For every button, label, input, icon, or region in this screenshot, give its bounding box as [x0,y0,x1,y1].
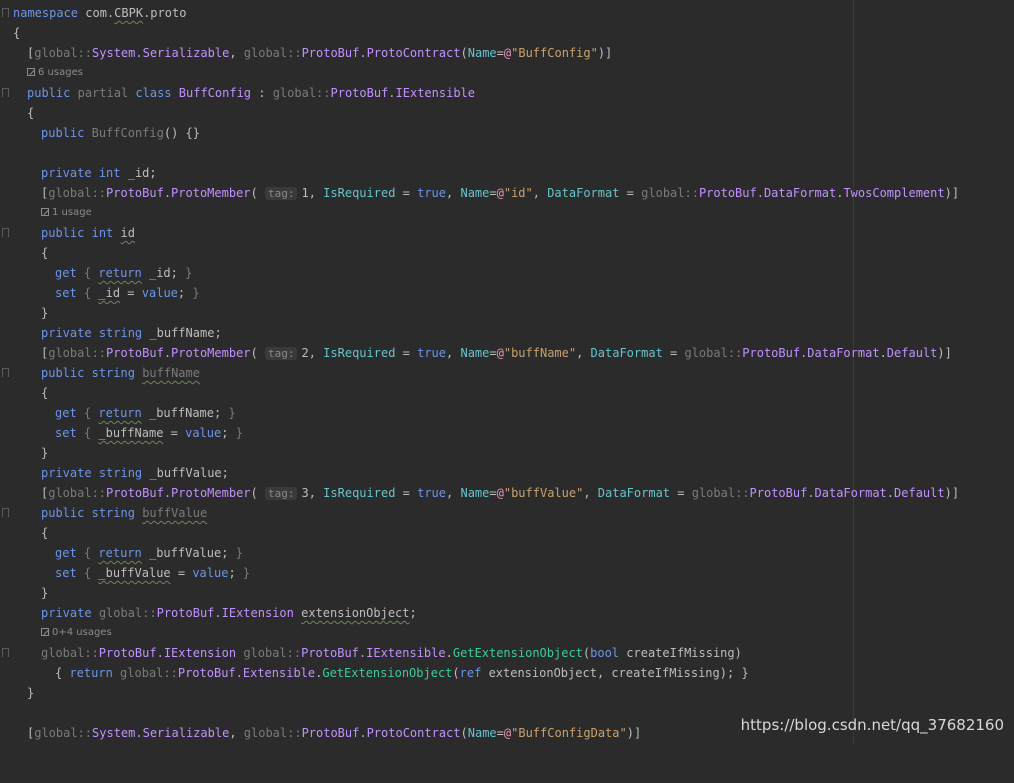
fold-icon[interactable] [2,88,9,97]
code-line[interactable]: public BuffConfig() {} [0,123,1014,143]
code-line[interactable]: } [0,683,1014,703]
code-line[interactable]: public partial class BuffConfig : global… [0,83,1014,103]
fold-icon[interactable] [2,8,9,17]
fold-icon[interactable] [2,228,9,237]
code-line[interactable]: { [0,243,1014,263]
code-line[interactable]: } [0,443,1014,463]
code-line[interactable]: [global::System.Serializable, global::Pr… [0,43,1014,63]
code-line[interactable]: set { _id = value; } [0,283,1014,303]
param-hint: tag: [264,187,298,200]
code-line[interactable]: set { _buffValue = value; } [0,563,1014,583]
fold-icon[interactable] [2,368,9,377]
code-line[interactable]: get { return _id; } [0,263,1014,283]
code-line[interactable]: { [0,383,1014,403]
code-line[interactable]: public string buffValue [0,503,1014,523]
usages-icon [27,68,35,76]
code-line[interactable]: } [0,583,1014,603]
code-line[interactable]: private global::ProtoBuf.IExtension exte… [0,603,1014,623]
code-line[interactable]: private string _buffValue; [0,463,1014,483]
code-line[interactable]: private int _id; [0,163,1014,183]
code-line[interactable]: [global::ProtoBuf.ProtoMember( tag: 1, Is… [0,183,1014,203]
code-line[interactable]: get { return _buffName; } [0,403,1014,423]
code-line[interactable]: global::ProtoBuf.IExtension global::Prot… [0,643,1014,663]
code-line[interactable]: public int id [0,223,1014,243]
code-editor[interactable]: namespace com.CBPK.proto { [global::Syst… [0,0,1014,745]
code-line[interactable]: public string buffName [0,363,1014,383]
code-line[interactable]: [global::ProtoBuf.ProtoMember( tag: 3, Is… [0,483,1014,503]
code-line[interactable]: set { _buffName = value; } [0,423,1014,443]
usages-icon [41,208,49,216]
fold-icon[interactable] [2,508,9,517]
code-line[interactable]: { return global::ProtoBuf.Extensible.Get… [0,663,1014,683]
code-line[interactable]: namespace com.CBPK.proto [0,3,1014,23]
param-hint: tag: [264,347,298,360]
usages-hint[interactable]: 0+4 usages [0,623,1014,643]
code-line[interactable] [0,143,1014,163]
code-line[interactable]: private string _buffName; [0,323,1014,343]
fold-icon[interactable] [2,648,9,657]
usages-icon [41,628,49,636]
code-line[interactable]: { [0,103,1014,123]
code-line[interactable]: } [0,303,1014,323]
usages-hint[interactable]: 6 usages [0,63,1014,83]
param-hint: tag: [264,487,298,500]
code-line[interactable]: [global::ProtoBuf.ProtoMember( tag: 2, Is… [0,343,1014,363]
code-line[interactable]: get { return _buffValue; } [0,543,1014,563]
usages-hint[interactable]: 1 usage [0,203,1014,223]
watermark: https://blog.csdn.net/qq_37682160 [740,716,1004,734]
code-line[interactable]: { [0,523,1014,543]
code-line[interactable]: { [0,23,1014,43]
